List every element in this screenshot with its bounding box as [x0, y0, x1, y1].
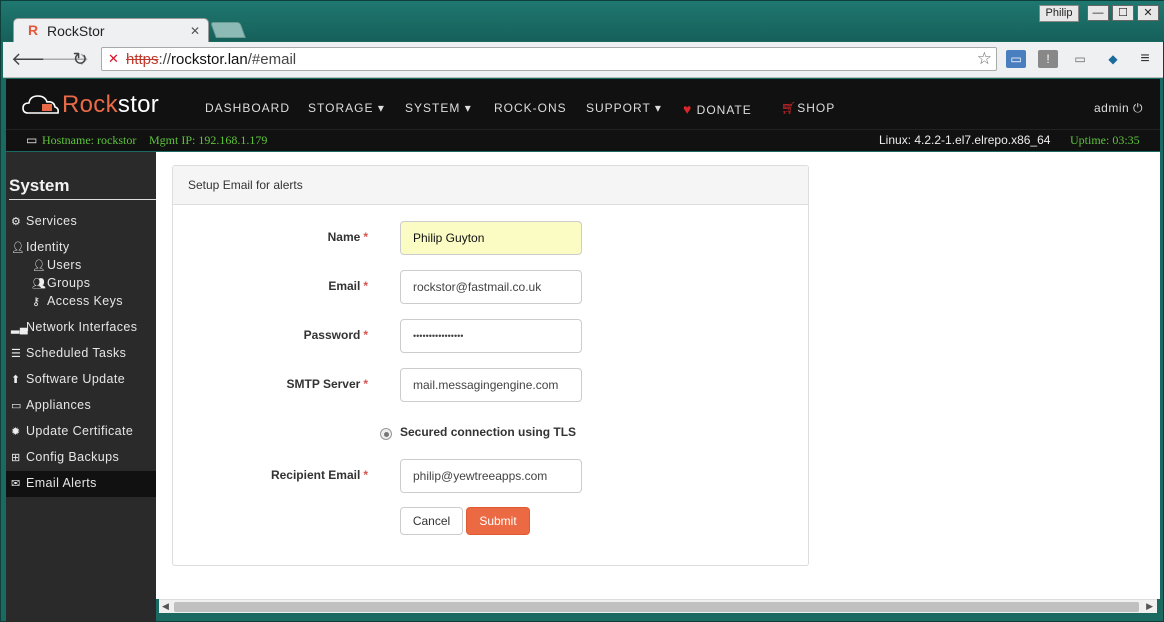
sidebar-item-services[interactable]: ⚙ Services — [11, 214, 77, 228]
extension-icon[interactable]: ▭ — [1006, 50, 1026, 68]
linux-version-text: Linux: 4.2.2-1.el7.elrepo.x86_64 — [879, 133, 1051, 147]
name-label: Name * — [327, 230, 368, 244]
app-navbar: Rockstor DASHBOARD STORAGE ▾ SYSTEM ▾ RO… — [6, 79, 1160, 129]
new-tab-button[interactable] — [210, 22, 246, 38]
nav-donate[interactable]: ♥ DONATE — [683, 101, 752, 117]
heart-icon: ♥ — [683, 101, 693, 117]
submit-button[interactable]: Submit — [466, 507, 530, 535]
email-setup-panel: Setup Email for alerts Name * Philip Guyt… — [172, 165, 809, 566]
address-bar[interactable]: ✕ https://rockstor.lan/#email ☆ — [101, 47, 997, 71]
cancel-button[interactable]: Cancel — [400, 507, 463, 535]
email-label: Email * — [328, 279, 368, 293]
scrollbar-thumb[interactable] — [174, 602, 1139, 612]
scroll-right-icon[interactable]: ▶ — [1146, 601, 1153, 612]
sidebar-item-email-alerts[interactable]: ✉ Email Alerts — [11, 476, 97, 490]
nav-dashboard[interactable]: DASHBOARD — [205, 101, 290, 115]
user-icon: 👤︎ — [32, 260, 47, 272]
tasks-icon: ☰ — [11, 348, 22, 360]
mgmt-ip-text: Mgmt IP: 192.168.1.179 — [149, 133, 268, 147]
bookmark-star-icon[interactable]: ☆ — [977, 49, 992, 69]
sidebar-item-config-backups[interactable]: ⊞ Config Backups — [11, 450, 119, 464]
sidebar-item-update-certificate[interactable]: ✹ Update Certificate — [11, 424, 133, 438]
monitor-icon: ▭ — [26, 133, 38, 147]
brand-accent: Rock — [62, 91, 118, 118]
nav-system[interactable]: SYSTEM ▾ — [405, 101, 472, 115]
caret-down-icon: ▾ — [377, 101, 385, 115]
power-icon: ⏻ — [1133, 101, 1144, 115]
tab-title: RockStor — [47, 23, 105, 39]
sidebar-item-network-interfaces[interactable]: ▂▄Network Interfaces — [11, 320, 137, 334]
email-field[interactable]: rockstor@fastmail.co.uk — [400, 270, 582, 304]
panel-header: Setup Email for alerts — [173, 166, 808, 205]
nav-shop[interactable]: 🛒︎SHOP — [781, 101, 835, 115]
key-icon: ⚷ — [32, 296, 41, 308]
sidebar-item-users[interactable]: 👤︎Users — [32, 258, 82, 272]
smtp-server-label: SMTP Server * — [286, 377, 369, 391]
sitemap-icon: ⊞ — [11, 452, 21, 464]
hostname-text: Hostname: rockstor — [42, 133, 137, 147]
recipient-email-field[interactable]: philip@yewtreeapps.com — [400, 459, 582, 493]
caret-down-icon: ▾ — [464, 101, 472, 115]
tab-close-icon[interactable]: ✕ — [190, 24, 200, 38]
panel-title: Setup Email for alerts — [188, 178, 303, 192]
cart-icon: 🛒︎ — [781, 101, 798, 115]
sidebar: System ⚙ Services 👤︎Identity 👤︎Users 👥︎Gr… — [6, 152, 156, 622]
tab-strip: R RockStor ✕ Philip — ☐ ✕ — [1, 1, 1164, 42]
scroll-left-icon[interactable]: ◀ — [162, 601, 169, 612]
gear-icon: ⚙ — [11, 216, 22, 228]
browser-toolbar: 🡐 🡒 ↻ ✕ https://rockstor.lan/#email ☆ ▭ … — [3, 42, 1163, 78]
cast-icon[interactable]: ▭ — [1070, 50, 1090, 68]
user-icon: 👤︎ — [11, 242, 26, 254]
sidebar-item-software-update[interactable]: ⬆ Software Update — [11, 372, 125, 386]
sidebar-item-access-keys[interactable]: ⚷ Access Keys — [32, 294, 123, 308]
brand-name: Rockstor — [62, 91, 160, 118]
cloud-icon — [22, 95, 59, 114]
certificate-icon: ✹ — [11, 426, 21, 438]
sidebar-item-groups[interactable]: 👥︎Groups — [32, 276, 90, 290]
extension-alert-icon[interactable]: ! — [1038, 50, 1058, 68]
sidebar-title: System — [9, 176, 156, 200]
minimize-icon[interactable]: — — [1087, 5, 1109, 21]
browser-tab[interactable]: R RockStor ✕ — [13, 18, 209, 42]
nav-support[interactable]: SUPPORT ▾ — [586, 101, 662, 115]
profile-button[interactable]: Philip — [1039, 5, 1079, 22]
user-menu[interactable]: admin ⏻ — [1094, 101, 1143, 116]
info-bar: ▭ Hostname: rockstor Mgmt IP: 192.168.1.… — [6, 129, 1160, 151]
tls-radio[interactable] — [380, 428, 392, 440]
signal-icon: ▂▄ — [11, 322, 29, 334]
password-label: Password * — [303, 328, 368, 342]
horizontal-scrollbar[interactable]: ◀ ▶ — [159, 599, 1157, 613]
menu-icon[interactable]: ≡ — [1135, 50, 1155, 68]
sidebar-item-scheduled-tasks[interactable]: ☰ Scheduled Tasks — [11, 346, 126, 360]
back-icon[interactable]: 🡐 — [11, 48, 59, 70]
maximize-icon[interactable]: ☐ — [1112, 5, 1134, 21]
reload-icon[interactable]: ↻ — [69, 48, 91, 70]
smtp-server-field[interactable]: mail.messagingengine.com — [400, 368, 582, 402]
nav-rock-ons[interactable]: ROCK-ONS — [494, 101, 567, 115]
forward-icon[interactable]: 🡒 — [41, 48, 89, 70]
sidebar-item-appliances[interactable]: ▭ Appliances — [11, 398, 91, 412]
close-window-icon[interactable]: ✕ — [1137, 5, 1159, 21]
caret-down-icon: ▾ — [654, 101, 662, 115]
uptime-text: Uptime: 03:35 — [1070, 133, 1140, 147]
sidebar-item-identity[interactable]: 👤︎Identity — [11, 240, 70, 254]
name-field[interactable]: Philip Guyton — [400, 221, 582, 255]
envelope-icon: ✉ — [11, 478, 21, 490]
arrow-up-icon: ⬆ — [11, 374, 21, 386]
recipient-email-label: Recipient Email * — [270, 468, 368, 482]
extension-drop-icon[interactable]: ◆ — [1103, 50, 1123, 68]
password-field[interactable]: •••••••••••••••• — [400, 319, 582, 353]
favicon-icon: R — [28, 22, 39, 38]
monitor-icon: ▭ — [11, 400, 22, 412]
users-icon: 👥︎ — [32, 278, 47, 290]
url-text: https://rockstor.lan/#email — [126, 51, 297, 68]
browser-window: R RockStor ✕ Philip — ☐ ✕ 🡐 🡒 ↻ ✕ https:… — [0, 0, 1164, 622]
nav-storage[interactable]: STORAGE ▾ — [308, 101, 385, 115]
tls-label: Secured connection using TLS — [400, 425, 577, 439]
insecure-lock-icon[interactable]: ✕ — [108, 51, 119, 67]
